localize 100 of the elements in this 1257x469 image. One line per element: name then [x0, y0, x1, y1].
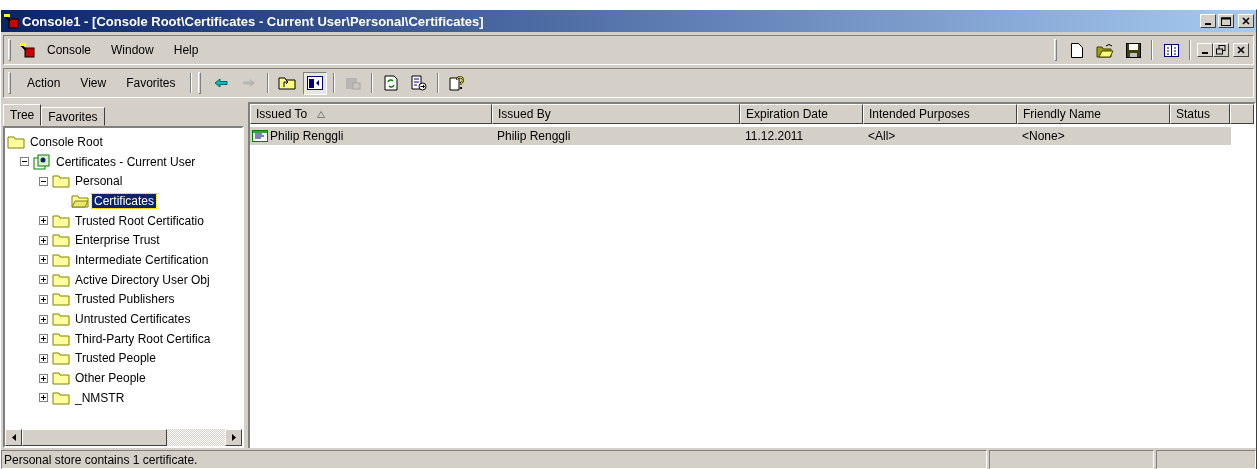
column-header[interactable]: Expiration Date — [740, 104, 863, 124]
tree-item[interactable]: Certificates — [92, 193, 157, 208]
tree-item[interactable]: Trusted People — [73, 351, 158, 366]
expand-toggle[interactable] — [39, 353, 48, 363]
menu-item[interactable]: Action — [19, 73, 69, 93]
panes-icon — [306, 76, 323, 90]
folder-icon — [52, 272, 70, 287]
column-header[interactable]: Status — [1170, 104, 1230, 124]
menu-item[interactable]: View — [72, 73, 115, 93]
tree-item[interactable]: _NMSTR — [73, 390, 127, 405]
export-list-icon — [410, 75, 427, 91]
expand-toggle[interactable] — [39, 255, 48, 265]
tree-item[interactable]: Trusted Publishers — [73, 292, 177, 307]
plus-icon — [40, 335, 47, 343]
tree-item[interactable]: Personal — [73, 174, 125, 189]
expand-toggle[interactable] — [39, 216, 48, 226]
open-folder-icon — [1096, 42, 1114, 58]
expand-toggle[interactable] — [39, 334, 48, 344]
tab[interactable]: Tree — [3, 104, 42, 126]
tree-item[interactable]: Intermediate Certification — [73, 252, 211, 267]
close-button[interactable] — [1238, 14, 1254, 28]
expand-toggle[interactable] — [39, 314, 48, 324]
status-text: Personal store contains 1 certificate. — [1, 450, 987, 469]
folder-icon — [52, 252, 70, 267]
table-cell: <All> — [868, 129, 896, 143]
column-header[interactable]: Intended Purposes — [863, 104, 1017, 124]
folder-icon — [52, 331, 70, 346]
table-cell: 11.12.2011 — [745, 129, 804, 143]
folder-icon — [52, 390, 70, 405]
menu-item[interactable]: Window — [103, 40, 162, 60]
minimize-button[interactable] — [1200, 14, 1216, 28]
close-icon — [1237, 46, 1245, 54]
horizontal-scrollbar[interactable] — [5, 429, 242, 446]
console-icon — [19, 42, 35, 58]
tree-item[interactable]: Certificates - Current User — [54, 154, 198, 169]
expand-toggle[interactable] — [39, 235, 48, 245]
scroll-right-button[interactable] — [225, 429, 242, 446]
expand-toggle[interactable] — [39, 393, 48, 403]
expand-toggle[interactable] — [39, 373, 48, 383]
table-row[interactable]: Philip Renggli Philip Renggli 11.12.2011 <All> <None> — [250, 127, 1231, 145]
expand-toggle[interactable] — [39, 275, 48, 285]
close-icon — [1242, 17, 1250, 25]
restore-icon — [1216, 45, 1226, 55]
tree-item[interactable]: Untrusted Certificates — [73, 312, 193, 327]
plus-icon — [40, 394, 47, 402]
certificate-icon — [252, 130, 268, 142]
refresh-icon — [383, 75, 398, 91]
help-icon — [448, 75, 465, 91]
plus-icon — [40, 276, 47, 284]
columns-icon — [1163, 43, 1179, 57]
menu-item[interactable]: Help — [165, 40, 207, 60]
maximize-icon — [1221, 16, 1231, 26]
plus-icon — [40, 217, 47, 225]
expand-toggle[interactable] — [39, 294, 48, 304]
plus-icon — [40, 315, 47, 323]
plus-icon — [40, 374, 47, 382]
tree-button[interactable] — [302, 71, 327, 95]
table-cell: Philip Renggli — [497, 129, 571, 143]
open-folder-icon — [71, 193, 89, 208]
tree-item[interactable]: Third-Party Root Certifica — [73, 331, 213, 346]
tree-item[interactable]: Active Directory User Obj — [73, 272, 212, 287]
right-triangle-icon — [231, 434, 236, 441]
scroll-left-button[interactable] — [5, 429, 22, 446]
tree-item[interactable]: Console Root — [28, 134, 105, 149]
folder-icon — [52, 174, 70, 189]
column-header[interactable]: Friendly Name — [1017, 104, 1170, 124]
folder-icon — [52, 233, 70, 248]
tab[interactable]: Favorites — [41, 107, 105, 126]
certificate-store-icon — [33, 153, 51, 170]
scroll-thumb[interactable] — [22, 429, 167, 446]
folder-icon — [52, 351, 70, 366]
menu-item[interactable]: Console — [39, 40, 100, 60]
folder-icon — [52, 213, 70, 228]
plus-icon — [40, 354, 47, 362]
restore-button[interactable] — [1213, 43, 1229, 57]
column-header[interactable]: Issued To — [250, 104, 492, 124]
close-button[interactable] — [1233, 43, 1249, 57]
expand-toggle[interactable] — [20, 157, 29, 167]
plus-icon — [40, 256, 47, 264]
minimize-button[interactable] — [1197, 43, 1213, 57]
folder-icon — [7, 134, 25, 149]
expand-toggle[interactable] — [39, 176, 48, 186]
right-arrow-icon — [241, 78, 256, 88]
folder-icon — [52, 371, 70, 386]
tree-item[interactable]: Enterprise Trust — [73, 233, 162, 248]
plus-icon — [40, 236, 47, 244]
clipboard-icon — [344, 76, 361, 90]
app-icon — [3, 13, 19, 29]
left-arrow-icon — [213, 78, 228, 88]
maximize-button[interactable] — [1218, 14, 1234, 28]
menu-item[interactable]: Favorites — [118, 73, 184, 93]
window-title: Console1 - [Console Root\Certificates - Current User\Personal\Certificates] — [22, 13, 485, 29]
column-header[interactable]: Issued By — [492, 104, 740, 124]
left-triangle-icon — [11, 434, 16, 441]
up-folder-icon — [277, 76, 296, 90]
folder-icon — [52, 292, 70, 307]
table-cell: <None> — [1022, 129, 1065, 143]
tree-item[interactable]: Trusted Root Certificatio — [73, 213, 206, 228]
tree-item[interactable]: Other People — [73, 371, 148, 386]
table-cell: Philip Renggli — [270, 129, 344, 143]
